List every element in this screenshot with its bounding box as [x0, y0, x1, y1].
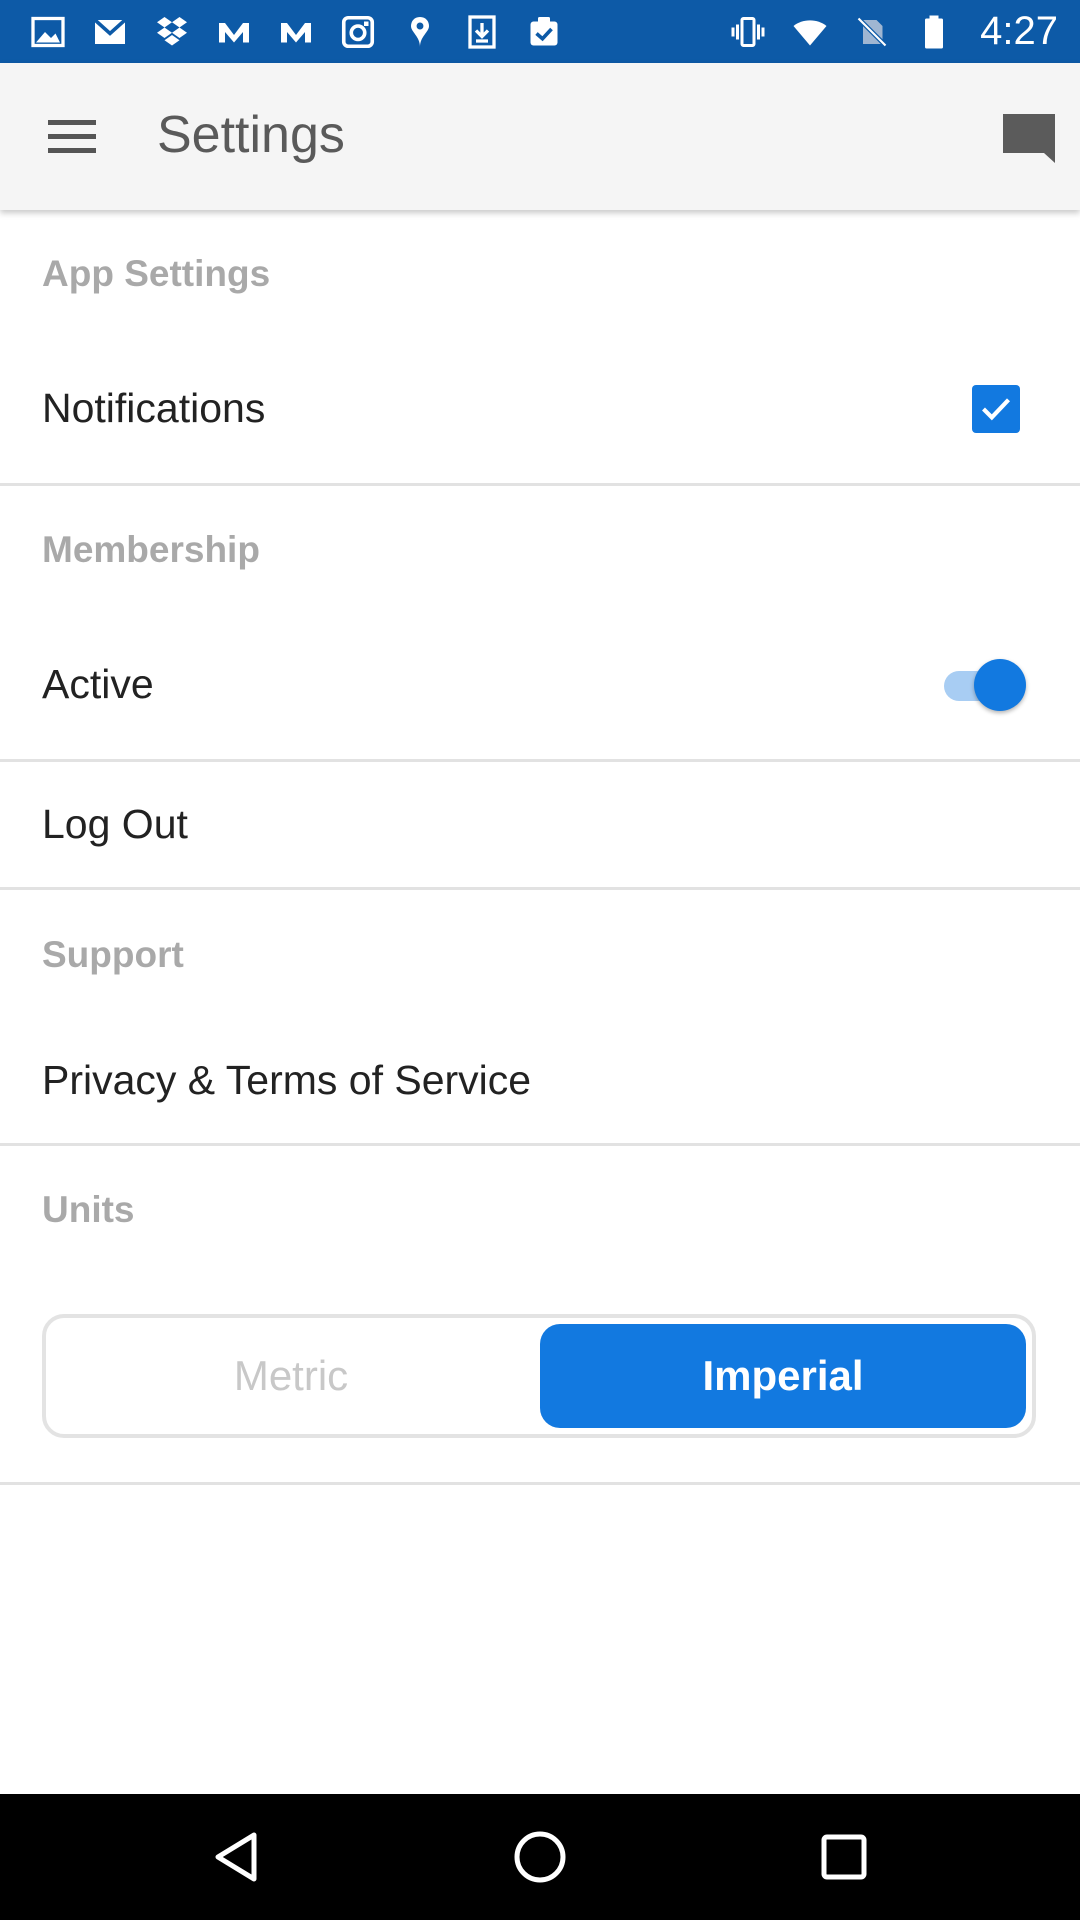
- instagram-icon: [338, 12, 378, 52]
- hamburger-menu-icon[interactable]: [44, 113, 100, 161]
- mapmyfitness-icon: [214, 12, 254, 52]
- vibrate-icon: [728, 12, 768, 52]
- status-time: 4:27: [980, 9, 1058, 53]
- status-bar: 4:27: [0, 0, 1080, 63]
- active-toggle[interactable]: [944, 658, 1030, 712]
- section-header-membership: Membership: [42, 529, 260, 570]
- units-segmented-control: Metric Imperial: [42, 1314, 1036, 1438]
- divider: [0, 1143, 1080, 1146]
- section-header-units: Units: [42, 1189, 135, 1230]
- image-icon: [28, 12, 68, 52]
- system-nav-bar: [0, 1794, 1080, 1920]
- chat-bubble-icon[interactable]: [1000, 109, 1058, 167]
- battery-icon: [914, 12, 954, 52]
- section-header-app-settings: App Settings: [42, 253, 271, 294]
- recents-icon[interactable]: [814, 1827, 874, 1887]
- section-header-support: Support: [42, 934, 184, 975]
- dropbox-icon: [152, 12, 192, 52]
- notifications-label: Notifications: [42, 385, 266, 431]
- divider: [0, 1482, 1080, 1485]
- back-icon[interactable]: [206, 1827, 266, 1887]
- download-icon: [462, 12, 502, 52]
- location-pin-icon: [400, 12, 440, 52]
- gmail-icon: [90, 12, 130, 52]
- divider: [0, 759, 1080, 762]
- active-label: Active: [42, 661, 154, 707]
- units-option-imperial[interactable]: Imperial: [540, 1324, 1026, 1428]
- privacy-terms-link[interactable]: Privacy & Terms of Service: [42, 1057, 531, 1104]
- divider: [0, 483, 1080, 486]
- logout-button[interactable]: Log Out: [42, 801, 188, 848]
- check-icon: [982, 398, 1011, 421]
- toggle-thumb: [974, 659, 1026, 711]
- notifications-checkbox[interactable]: [972, 385, 1020, 433]
- no-sim-icon: [852, 12, 892, 52]
- divider: [0, 887, 1080, 890]
- mapmyrun-icon: [276, 12, 316, 52]
- page-title: Settings: [157, 106, 345, 164]
- clipboard-check-icon: [524, 12, 564, 52]
- home-icon[interactable]: [510, 1827, 570, 1887]
- app-bar: Settings: [0, 63, 1080, 210]
- units-option-metric[interactable]: Metric: [46, 1318, 536, 1434]
- wifi-icon: [790, 12, 830, 52]
